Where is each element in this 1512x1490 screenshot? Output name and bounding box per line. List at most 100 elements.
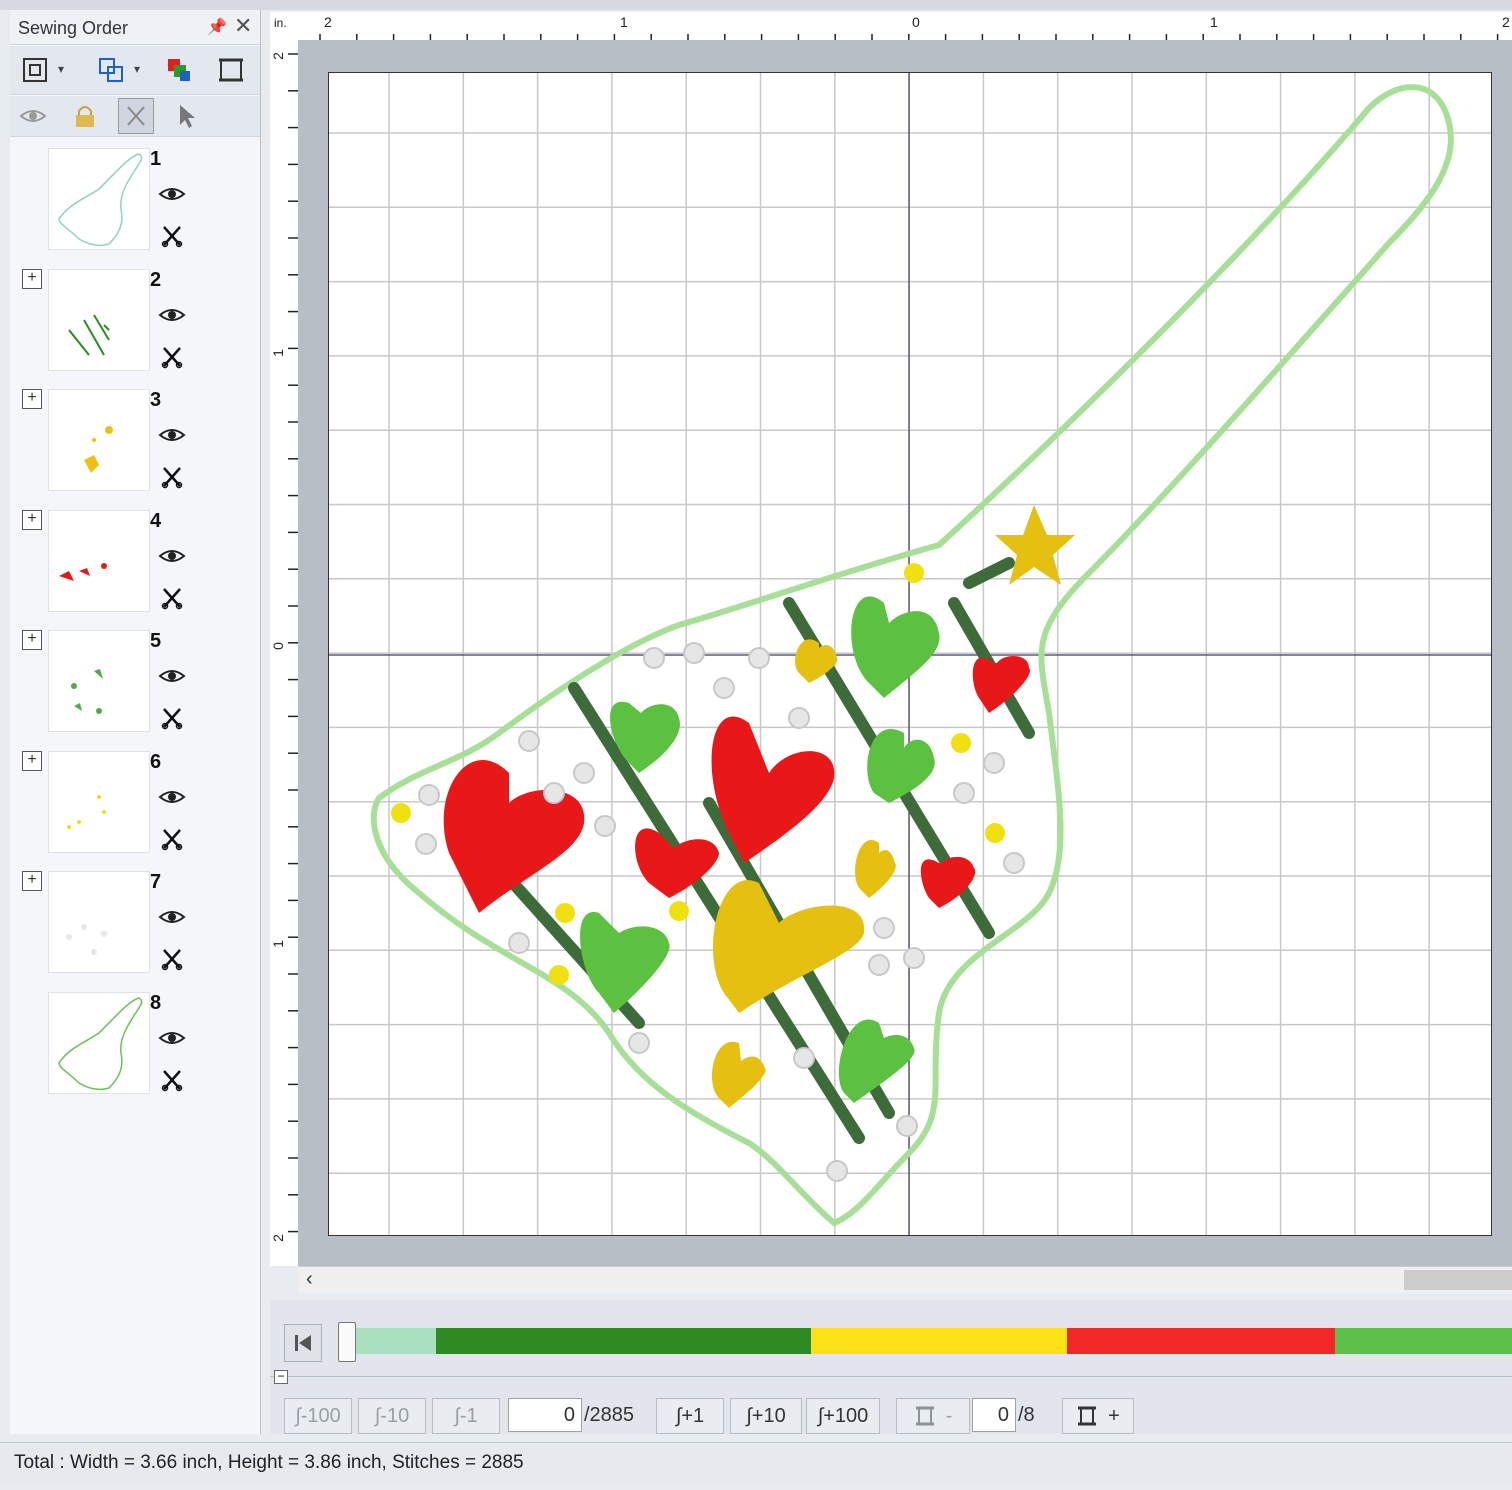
hoop-button[interactable] bbox=[214, 53, 248, 87]
sewing-order-item[interactable]: +7 bbox=[10, 863, 260, 983]
trim-toggle[interactable] bbox=[160, 224, 184, 253]
select-button[interactable] bbox=[170, 99, 204, 133]
stitch-slider-thumb[interactable] bbox=[338, 1322, 356, 1362]
trim-toggle[interactable] bbox=[160, 706, 184, 735]
group-button[interactable] bbox=[94, 53, 128, 87]
expand-icon[interactable]: + bbox=[22, 268, 42, 289]
visibility-toggle[interactable] bbox=[158, 425, 186, 450]
sewing-order-item[interactable]: +2 bbox=[10, 261, 260, 381]
color-segment bbox=[356, 1328, 436, 1354]
chevron-down-icon[interactable]: ▾ bbox=[134, 62, 140, 76]
current-color-field[interactable]: 0 bbox=[972, 1398, 1016, 1432]
trim-toggle[interactable] bbox=[160, 345, 184, 374]
back-10-button[interactable]: ∫ -10 bbox=[358, 1398, 426, 1434]
status-text: Total : Width = 3.66 inch, Height = 3.86… bbox=[14, 1452, 524, 1473]
visibility-toggle[interactable] bbox=[158, 1028, 186, 1053]
sewing-order-item[interactable]: +5 bbox=[10, 622, 260, 742]
expand-icon[interactable]: + bbox=[22, 389, 42, 409]
sewing-order-item[interactable]: 8 bbox=[10, 984, 260, 1104]
object-thumbnail[interactable] bbox=[48, 750, 150, 853]
horizontal-scrollbar[interactable]: ‹ bbox=[298, 1266, 1512, 1293]
back-1-button[interactable]: ∫ -1 bbox=[432, 1398, 500, 1434]
sewing-order-item[interactable]: +6 bbox=[10, 743, 260, 863]
expand-icon[interactable]: + bbox=[22, 871, 42, 891]
item-number: 5 bbox=[150, 630, 162, 652]
scissors-icon bbox=[127, 106, 145, 126]
collapse-icon[interactable]: − bbox=[274, 1370, 288, 1384]
visibility-toggle[interactable] bbox=[158, 184, 186, 209]
object-thumbnail[interactable] bbox=[48, 630, 150, 732]
forward-100-button[interactable]: ∫ +100 bbox=[806, 1398, 880, 1434]
expand-icon[interactable]: + bbox=[22, 750, 42, 771]
item-number: 8 bbox=[150, 991, 162, 1014]
eye-icon bbox=[158, 188, 186, 200]
total-colors: /8 bbox=[1018, 1404, 1035, 1426]
current-stitch-field[interactable]: 0 bbox=[508, 1398, 582, 1432]
sewing-order-panel: Sewing Order 📌 ✕ ▾ ▾ 1 + 2 + 3 + 4 + 5 +… bbox=[10, 10, 261, 1434]
trim-toggle[interactable] bbox=[160, 827, 184, 856]
cut-button[interactable] bbox=[118, 98, 154, 134]
left-ruler-label: 1 bbox=[269, 940, 286, 948]
object-thumbnail[interactable] bbox=[48, 389, 150, 491]
panel-title: Sewing Order bbox=[18, 18, 129, 38]
visibility-toggle[interactable] bbox=[158, 907, 186, 932]
item-number: 2 bbox=[150, 268, 162, 291]
eye-icon bbox=[158, 308, 186, 321]
left-ruler-ticks bbox=[288, 53, 298, 1233]
eye-icon bbox=[158, 790, 186, 803]
visibility-toggle[interactable] bbox=[158, 666, 186, 691]
visibility-toggle[interactable] bbox=[158, 787, 186, 812]
expand-icon[interactable]: + bbox=[22, 509, 42, 530]
lock-icon bbox=[76, 106, 94, 127]
hoop-icon bbox=[915, 1406, 934, 1426]
left-ruler-label: 0 bbox=[269, 642, 286, 650]
visibility-toggle[interactable] bbox=[158, 546, 186, 571]
fit-view-button[interactable] bbox=[18, 53, 52, 87]
scissors-icon bbox=[161, 346, 183, 368]
object-thumbnail[interactable] bbox=[48, 509, 150, 612]
item-number: 1 bbox=[150, 148, 162, 170]
go-to-start-button[interactable] bbox=[284, 1324, 322, 1362]
visibility-toggle[interactable] bbox=[158, 305, 186, 330]
close-icon[interactable]: ✕ bbox=[234, 13, 252, 39]
prev-color-button[interactable]: - bbox=[896, 1398, 970, 1434]
embroidery-editor-window: Sewing Order 📌 ✕ ▾ ▾ 1 + 2 + 3 + 4 + 5 +… bbox=[0, 0, 1512, 1490]
trim-toggle[interactable] bbox=[160, 465, 184, 494]
design-thumbnail-icon bbox=[66, 924, 107, 955]
color-order-button[interactable] bbox=[162, 53, 196, 87]
embroidery-design[interactable] bbox=[329, 73, 1491, 1235]
red-hearts bbox=[443, 656, 1030, 913]
object-thumbnail[interactable] bbox=[48, 991, 150, 1094]
sewing-order-item[interactable]: +4 bbox=[10, 502, 260, 622]
top-ruler-label: 1 bbox=[620, 14, 628, 30]
scissors-icon bbox=[161, 467, 183, 489]
eye-icon bbox=[158, 670, 186, 682]
top-ruler-label: 2 bbox=[324, 14, 332, 30]
left-ruler-label: 1 bbox=[269, 349, 286, 357]
show-all-button[interactable] bbox=[16, 99, 50, 133]
trim-toggle[interactable] bbox=[160, 586, 184, 615]
object-thumbnail[interactable] bbox=[48, 268, 150, 371]
expand-icon[interactable]: + bbox=[22, 630, 42, 650]
forward-1-button[interactable]: ∫ +1 bbox=[656, 1398, 724, 1434]
status-bar: Total : Width = 3.66 inch, Height = 3.86… bbox=[0, 1442, 1512, 1483]
sewing-order-item[interactable]: 1 bbox=[10, 140, 260, 260]
back-100-button[interactable]: ∫ -100 bbox=[284, 1398, 352, 1434]
object-thumbnail[interactable] bbox=[48, 871, 150, 973]
scissors-icon bbox=[161, 226, 183, 248]
chevron-down-icon[interactable]: ▾ bbox=[58, 62, 64, 76]
scissors-icon bbox=[161, 587, 183, 609]
pin-icon[interactable]: 📌 bbox=[207, 17, 227, 37]
object-thumbnail[interactable] bbox=[48, 148, 150, 250]
pointer-icon bbox=[180, 105, 195, 128]
forward-10-button[interactable]: ∫ +10 bbox=[730, 1398, 802, 1434]
sewing-order-item[interactable]: +3 bbox=[10, 381, 260, 501]
color-segment bbox=[811, 1328, 1067, 1354]
next-color-button[interactable]: + bbox=[1062, 1398, 1134, 1434]
trim-toggle[interactable] bbox=[160, 1068, 184, 1097]
trim-toggle[interactable] bbox=[160, 947, 184, 976]
scrollbar-thumb[interactable] bbox=[1404, 1270, 1512, 1290]
lock-button[interactable] bbox=[68, 99, 102, 133]
hoop-area[interactable] bbox=[328, 72, 1492, 1236]
scroll-left-icon[interactable]: ‹ bbox=[306, 1268, 313, 1291]
